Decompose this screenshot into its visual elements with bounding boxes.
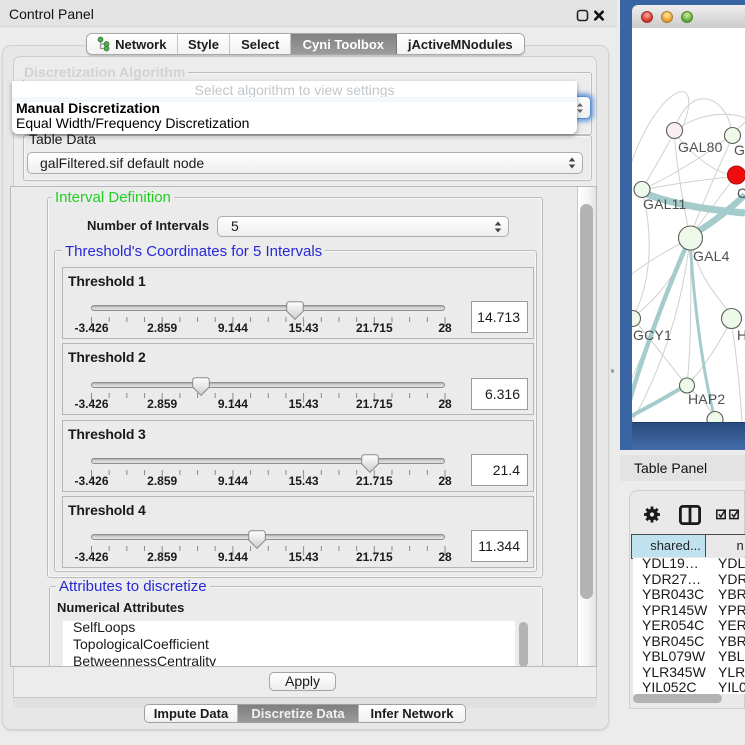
svg-text:GCY1: GCY1 <box>633 327 672 343</box>
svg-text:GAL11: GAL11 <box>643 196 687 212</box>
svg-text:G: G <box>734 142 745 158</box>
svg-text:H: H <box>737 327 745 343</box>
svg-text:C: C <box>737 185 745 201</box>
svg-text:GAL80: GAL80 <box>678 139 723 155</box>
svg-text:HAP2: HAP2 <box>688 391 725 407</box>
svg-text:GAL4: GAL4 <box>693 248 730 264</box>
